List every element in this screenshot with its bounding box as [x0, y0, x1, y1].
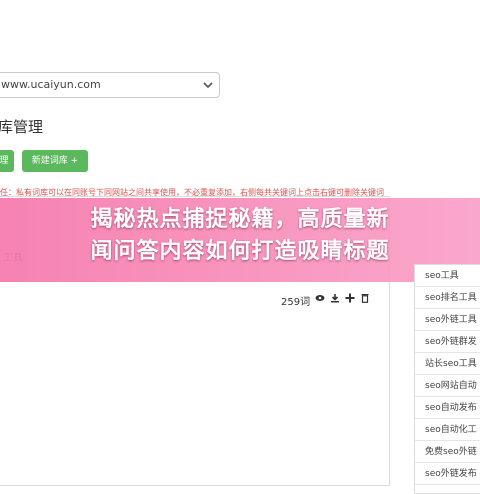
new-library-button[interactable]: 新建词库 + — [22, 150, 88, 172]
row-count: 259词 — [281, 297, 311, 308]
keyword-item[interactable]: seo外链群发 — [415, 331, 480, 353]
add-icon[interactable] — [345, 293, 355, 303]
keyword-item[interactable]: 站长seo工具 — [415, 353, 480, 375]
keyword-list-panel: seo工具 seo排名工具 seo外链工具 seo外链群发 站长seo工具 se… — [414, 264, 480, 494]
keyword-item[interactable]: seo外链发布 — [415, 463, 480, 485]
site-select[interactable]: www.ucaiyun.com — [0, 72, 220, 98]
row-actions — [315, 293, 370, 303]
keyword-item[interactable]: seo排名工具 — [415, 287, 480, 309]
page-title: 库管理 — [0, 118, 44, 136]
keyword-item[interactable]: seo外链工具 — [415, 309, 480, 331]
keyword-item[interactable]: seo自动发布 — [415, 397, 480, 419]
table-row[interactable]: 259词 — [0, 289, 389, 309]
headline-text: 揭秘热点捕捉秘籍，高质量新 闻问答内容如何打造吸睛标题 — [0, 204, 480, 268]
keyword-item[interactable]: seo自动化工 — [415, 419, 480, 441]
eye-icon[interactable] — [315, 293, 325, 303]
headline-line-1: 揭秘热点捕捉秘籍，高质量新 — [90, 207, 390, 232]
site-select-value: www.ucaiyun.com — [1, 78, 101, 91]
chevron-down-icon — [203, 82, 213, 89]
trash-icon[interactable] — [360, 293, 370, 303]
keyword-item[interactable]: seo网站自动 — [415, 375, 480, 397]
manage-button[interactable]: 理 — [0, 150, 14, 172]
download-icon[interactable] — [330, 293, 340, 303]
keyword-item[interactable]: 免费seo外链 — [415, 441, 480, 463]
headline-line-2: 闻问答内容如何打造吸睛标题 — [90, 239, 390, 264]
keyword-item[interactable]: seo工具 — [415, 265, 480, 287]
